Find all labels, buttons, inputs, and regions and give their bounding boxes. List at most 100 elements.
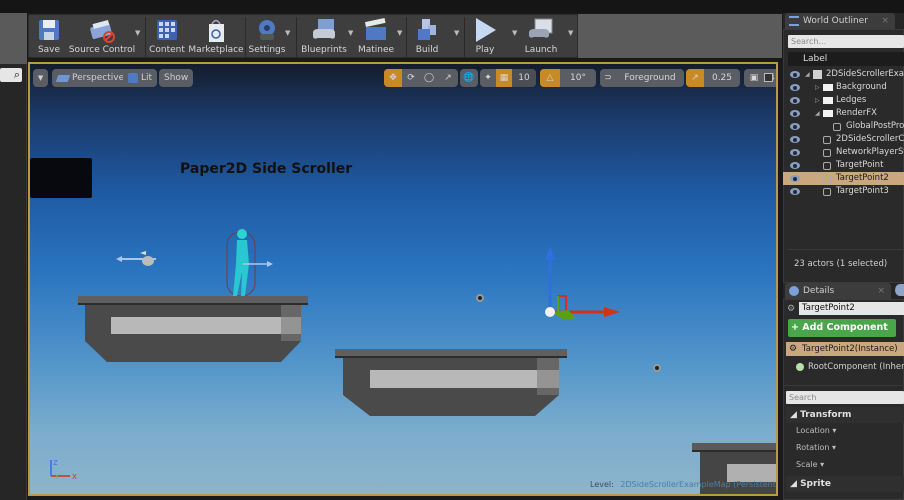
outliner-item[interactable]: ▷ Background — [783, 81, 904, 94]
camera-actor[interactable] — [30, 158, 92, 198]
visibility-eye-icon[interactable] — [790, 110, 800, 117]
toolbar-divider — [245, 17, 246, 57]
outliner-item[interactable]: GlobalPostPro — [783, 120, 904, 133]
grid-snap-toggle[interactable]: ▦ — [496, 69, 512, 87]
visibility-eye-icon[interactable] — [790, 84, 800, 91]
maximize-viewport-button[interactable] — [764, 73, 773, 82]
source-control-menu-caret[interactable]: ▼ — [135, 29, 140, 37]
translate-mode-button[interactable]: ✥ — [384, 69, 402, 87]
maximize-transform-button[interactable]: ↗ — [438, 69, 458, 87]
outliner-item[interactable]: NetworkPlayerSta — [783, 146, 904, 159]
play-button[interactable]: Play — [467, 15, 503, 59]
outliner-item[interactable]: TargetPoint2 — [783, 172, 904, 185]
settings-menu-caret[interactable]: ▼ — [285, 29, 290, 37]
scale-snap-value[interactable]: 0.25 — [704, 69, 740, 87]
build-button[interactable]: Build — [409, 15, 445, 59]
outliner-item[interactable]: ◢ RenderFX — [783, 107, 904, 120]
grid-snap-group: ✦ ▦ 10 — [480, 69, 536, 87]
visibility-eye-icon[interactable] — [790, 175, 800, 182]
left-panel-search[interactable]: ⌕ — [0, 68, 22, 82]
actor-count-status: 23 actors (1 selected) — [794, 259, 888, 269]
clapperboard-icon — [363, 17, 389, 43]
scale-property[interactable]: Scale ▾ — [796, 460, 824, 469]
save-button[interactable]: Save — [31, 15, 67, 59]
lighting-mode-button[interactable]: Lit — [123, 69, 158, 87]
component-instance-row[interactable]: ⚙ TargetPoint2(Instance) — [786, 342, 904, 356]
ledge-platform[interactable] — [78, 296, 310, 366]
outliner-item[interactable]: 2DSideScrollerCh — [783, 133, 904, 146]
content-button[interactable]: Content — [147, 15, 187, 59]
target-point-icon[interactable] — [476, 294, 484, 302]
actor-name-input[interactable]: TargetPoint2 — [799, 302, 904, 315]
chevron-down-icon: ▾ — [832, 443, 837, 452]
matinee-menu-caret[interactable]: ▼ — [397, 29, 402, 37]
move-arrows-icon: ✥ — [389, 73, 397, 83]
sprite-section-header[interactable]: ◢ Sprite — [786, 476, 904, 492]
marketplace-button[interactable]: Marketplace — [188, 15, 244, 59]
column-header-label[interactable]: Label — [788, 52, 904, 66]
settings-gear-icon — [254, 17, 280, 43]
layer-toggle[interactable]: ⊃ — [600, 69, 616, 87]
build-menu-caret[interactable]: ▼ — [454, 29, 459, 37]
location-property[interactable]: Location ▾ — [796, 426, 836, 435]
toolbar-divider — [464, 17, 465, 57]
scale-mode-button[interactable]: ◯ — [420, 69, 438, 87]
scene-component-icon — [796, 363, 804, 371]
outliner-item[interactable]: ▷ Ledges — [783, 94, 904, 107]
viewport-options-button[interactable]: ▼ — [33, 69, 48, 87]
launch-button[interactable]: Launch — [519, 15, 563, 59]
settings-button[interactable]: Settings — [247, 15, 287, 59]
source-control-button[interactable]: Source Control — [69, 15, 135, 59]
visibility-eye-icon[interactable] — [790, 149, 800, 156]
grid-snap-value[interactable]: 10 — [512, 69, 536, 87]
tab-world-outliner[interactable]: World Outliner × — [785, 13, 895, 29]
expand-arrow-icon[interactable]: ▷ — [815, 81, 820, 94]
blueprints-button[interactable]: Blueprints — [299, 15, 349, 59]
world-local-toggle[interactable]: 🌐 — [460, 69, 478, 87]
blueprints-menu-caret[interactable]: ▼ — [348, 29, 353, 37]
visibility-eye-icon[interactable] — [790, 123, 800, 130]
rotation-snap-toggle[interactable]: △ — [540, 69, 560, 87]
svg-text:X: X — [72, 473, 77, 481]
rotation-property[interactable]: Rotation ▾ — [796, 443, 836, 452]
transform-section-header[interactable]: ◢ Transform — [786, 407, 904, 423]
player-start-icon[interactable] — [116, 249, 166, 269]
play-menu-caret[interactable]: ▼ — [512, 29, 517, 37]
visibility-eye-icon[interactable] — [790, 136, 800, 143]
visibility-eye-icon[interactable] — [790, 71, 800, 78]
layer-dropdown[interactable]: Foreground — [616, 69, 684, 87]
rotation-snap-value[interactable]: 10° — [560, 69, 596, 87]
view-mode-button[interactable]: Perspective — [52, 69, 130, 87]
details-search-input[interactable]: Search — [786, 391, 904, 404]
level-viewport[interactable]: ▼ Perspective Lit Show ✥ ⟳ ◯ ↗ 🌐 ✦ ▦ 10 … — [28, 62, 778, 496]
expand-arrow-icon[interactable]: ◢ — [805, 68, 810, 81]
close-icon[interactable]: × — [881, 13, 889, 29]
rotate-mode-button[interactable]: ⟳ — [402, 69, 420, 87]
expand-arrow-icon[interactable]: ▷ — [815, 94, 820, 107]
visibility-eye-icon[interactable] — [790, 97, 800, 104]
matinee-button[interactable]: Matinee — [355, 15, 397, 59]
chevron-down-icon: ▾ — [820, 460, 825, 469]
ledge-platform[interactable] — [335, 349, 570, 419]
expand-arrow-icon[interactable]: ◢ — [815, 107, 820, 120]
surface-snap-button[interactable]: ✦ — [480, 69, 496, 87]
world-settings-tab-icon[interactable] — [895, 284, 904, 296]
character-actor[interactable] — [223, 224, 273, 299]
tab-details[interactable]: Details × — [785, 283, 891, 299]
scale-snap-toggle[interactable]: ↗ — [686, 69, 704, 87]
outliner-item[interactable]: TargetPoint3 — [783, 185, 904, 198]
outliner-item[interactable]: TargetPoint — [783, 159, 904, 172]
close-icon[interactable]: × — [877, 283, 885, 299]
launch-menu-caret[interactable]: ▼ — [568, 29, 573, 37]
visibility-eye-icon[interactable] — [790, 162, 800, 169]
scene-title-text: Paper2D Side Scroller — [180, 161, 353, 177]
outliner-item[interactable]: ◢ 2DSideScrollerExam — [783, 68, 904, 81]
root-component-row[interactable]: RootComponent (Inherite — [786, 360, 904, 374]
add-component-button[interactable]: + Add Component ▼ — [788, 319, 896, 350]
chevron-down-icon: ▼ — [37, 74, 44, 82]
target-point-icon[interactable] — [653, 364, 661, 372]
transform-gizmo[interactable] — [542, 244, 622, 324]
show-flags-button[interactable]: Show — [159, 69, 194, 87]
outliner-search-input[interactable]: Search... — [788, 35, 904, 48]
visibility-eye-icon[interactable] — [790, 188, 800, 195]
